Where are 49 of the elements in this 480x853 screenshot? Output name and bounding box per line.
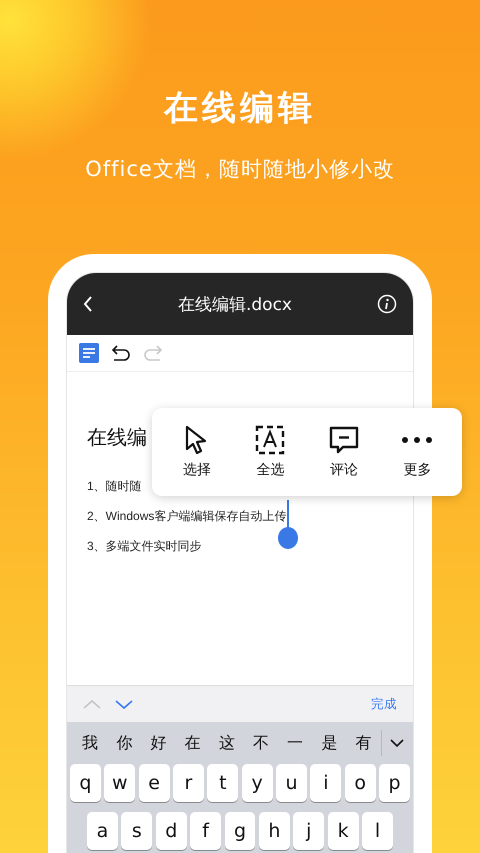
undo-icon[interactable] <box>111 344 131 362</box>
keyboard-key[interactable]: d <box>156 812 187 850</box>
menu-item[interactable]: 更多 <box>387 425 448 479</box>
keyboard-key[interactable]: w <box>104 764 136 802</box>
candidate-word[interactable]: 好 <box>141 732 176 754</box>
candidate-word[interactable]: 一 <box>278 732 312 754</box>
headline: 在线编辑 <box>164 87 316 130</box>
menu-item[interactable]: 选择 <box>166 425 227 479</box>
chevron-down-icon[interactable] <box>115 698 133 710</box>
candidate-word[interactable]: 有 <box>346 732 381 754</box>
back-icon[interactable] <box>83 296 93 312</box>
comment-icon <box>328 425 359 455</box>
keyboard-key[interactable]: r <box>173 764 204 802</box>
keyboard-key[interactable]: u <box>276 764 307 802</box>
candidate-word[interactable]: 不 <box>244 732 278 754</box>
candidate-word[interactable]: 是 <box>312 732 346 754</box>
keyboard-key[interactable]: h <box>258 812 290 850</box>
list-item: 1、随时随 <box>87 478 142 494</box>
list-item: 2、Windows客户端编辑保存自动上传 <box>87 509 286 523</box>
document-title: 在线编辑.docx <box>178 294 292 316</box>
menu-item[interactable]: 评论 <box>314 425 374 479</box>
keyboard-key[interactable]: f <box>190 812 222 850</box>
keyboard-key[interactable]: a <box>87 812 118 850</box>
more-icon <box>401 437 434 443</box>
select-all-icon <box>255 425 286 455</box>
menu-item[interactable]: 全选 <box>240 425 300 479</box>
keyboard-key[interactable]: i <box>310 764 342 802</box>
keyboard-key[interactable]: l <box>362 812 394 850</box>
candidate-word[interactable]: 这 <box>210 732 244 754</box>
keyboard-key[interactable]: p <box>379 764 410 802</box>
expand-icon[interactable] <box>390 738 404 748</box>
keyboard-key[interactable]: q <box>70 764 101 802</box>
document-heading: 在线编 <box>87 424 147 450</box>
candidate-word[interactable]: 在 <box>176 732 210 754</box>
candidate-word[interactable]: 你 <box>107 732 142 754</box>
keyboard-key[interactable]: y <box>242 764 273 802</box>
keyboard-key[interactable]: k <box>328 812 359 850</box>
subtitle: Office文档，随时随地小修小改 <box>85 156 395 183</box>
info-icon[interactable] <box>376 294 397 314</box>
list-item: 3、多端文件实时同步 <box>87 538 202 554</box>
keyboard-key[interactable]: j <box>293 812 324 850</box>
keyboard-key[interactable]: o <box>344 764 376 802</box>
keyboard-key[interactable]: e <box>138 764 170 802</box>
keyboard-key[interactable]: t <box>207 764 238 802</box>
candidate-word[interactable]: 我 <box>73 732 108 754</box>
done-button[interactable]: 完成 <box>371 696 397 712</box>
keyboard-key[interactable]: s <box>121 812 152 850</box>
document-icon[interactable] <box>79 343 99 363</box>
keyboard-key[interactable]: g <box>224 812 256 850</box>
